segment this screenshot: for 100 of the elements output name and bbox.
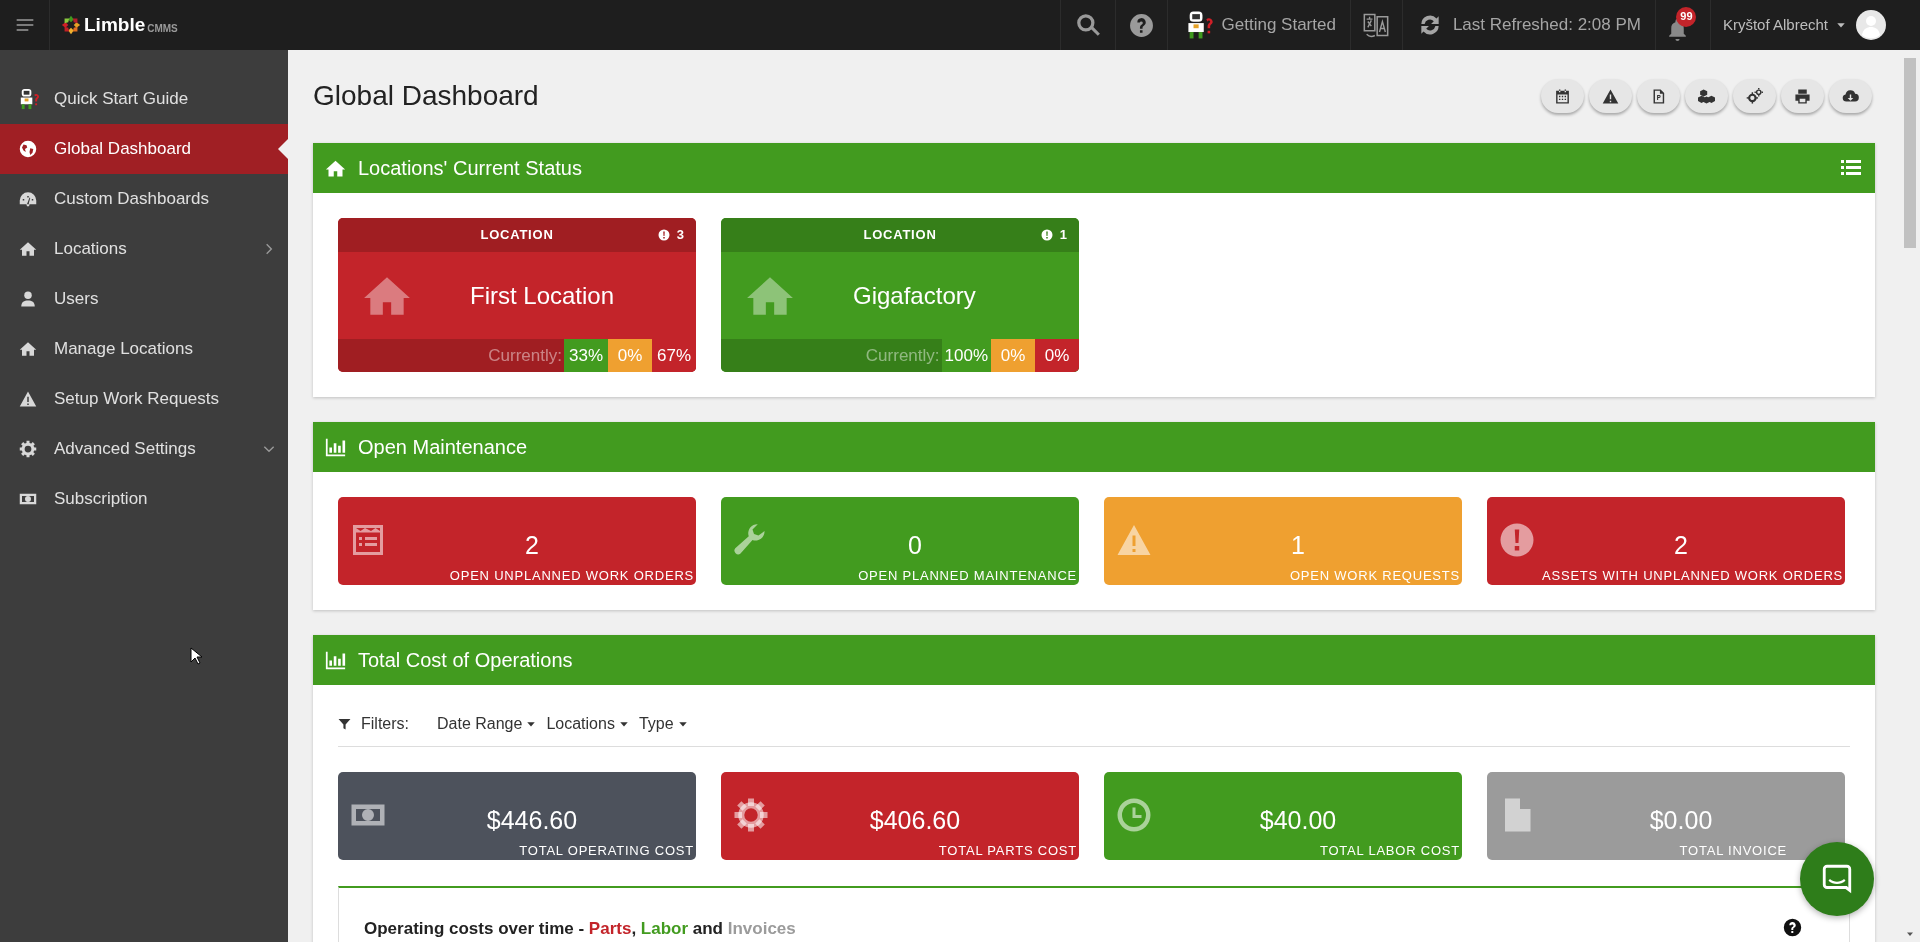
toolbar-button[interactable] xyxy=(1685,79,1728,113)
sidebar-item[interactable]: Global Dashboard xyxy=(0,124,288,174)
stat-card[interactable]: 2 OPEN UNPLANNED WORK ORDERS xyxy=(338,497,696,585)
panel-header: Open Maintenance xyxy=(313,422,1875,472)
clipboard-icon xyxy=(350,522,386,558)
getting-started-link[interactable]: Getting Started xyxy=(1181,9,1336,41)
calendar-icon xyxy=(1554,87,1571,105)
avatar-icon xyxy=(1856,10,1886,40)
translate-icon xyxy=(1362,11,1391,39)
exclamation-icon xyxy=(1499,522,1535,558)
status-percentage: 67% xyxy=(652,339,696,372)
print-icon xyxy=(1794,87,1811,105)
sidebar-item[interactable]: Manage Locations xyxy=(0,324,288,374)
logo-icon xyxy=(60,14,82,36)
alert-count: 1 xyxy=(1059,226,1067,245)
filters-label: Filters: xyxy=(361,714,409,734)
cursor-icon xyxy=(190,647,202,665)
stat-label: OPEN PLANNED MAINTENANCE xyxy=(858,568,1078,584)
logo[interactable]: LimbleCMMS xyxy=(60,14,178,36)
scroll-down-icon[interactable] xyxy=(1905,930,1915,938)
toolbar-button[interactable] xyxy=(1829,79,1872,113)
sidebar-item[interactable]: Quick Start Guide xyxy=(0,74,288,124)
filter-icon xyxy=(338,717,351,731)
stat-label: OPEN WORK REQUESTS xyxy=(1289,568,1461,584)
warning-icon xyxy=(1602,87,1619,105)
stat-label: TOTAL OPERATING COST xyxy=(519,843,695,859)
location-card[interactable]: LOCATION 1 Gigafactory Currently: 100% 0% 0% xyxy=(721,218,1079,372)
clock-icon xyxy=(1116,797,1152,833)
gauge-icon xyxy=(19,190,37,208)
location-name: First Location xyxy=(470,280,615,311)
stat-label: TOTAL PARTS COST xyxy=(938,843,1078,859)
caret-icon xyxy=(526,719,537,729)
status-percentage: 100% xyxy=(941,339,991,372)
help-button[interactable] xyxy=(1128,12,1154,38)
stat-card[interactable]: $406.60 TOTAL PARTS COST xyxy=(721,772,1079,860)
status-percentage: 0% xyxy=(1035,339,1079,372)
status-percentage: 33% xyxy=(564,339,608,372)
search-icon xyxy=(1074,12,1101,38)
alert-icon xyxy=(657,229,670,241)
user-menu[interactable]: Kryštof Albrecht xyxy=(1722,13,1846,37)
bar-chart-icon xyxy=(325,436,346,458)
panel-header: Total Cost of Operations xyxy=(313,635,1875,685)
chat-icon xyxy=(1820,862,1854,896)
help-icon xyxy=(1783,918,1802,937)
house-icon xyxy=(19,340,37,358)
stat-label: TOTAL LABOR COST xyxy=(1319,843,1461,859)
location-card[interactable]: LOCATION 3 First Location Currently: 33% 0% 67% xyxy=(338,218,696,372)
toolbar-button[interactable] xyxy=(1733,79,1776,113)
filter-dropdown[interactable]: Date Range xyxy=(437,712,537,736)
filter-dropdown[interactable]: Type xyxy=(638,712,688,736)
toolbar-button[interactable] xyxy=(1589,79,1632,113)
notification-badge: 99 xyxy=(1676,6,1697,27)
gear-icon xyxy=(19,440,37,458)
selection-notch-icon xyxy=(278,139,288,159)
location-name: Gigafactory xyxy=(853,280,976,311)
search-button[interactable] xyxy=(1074,12,1101,38)
toolbar-button[interactable] xyxy=(1781,79,1824,113)
stat-label: ASSETS WITH UNPLANNED WORK ORDERS xyxy=(1542,568,1844,584)
help-button[interactable] xyxy=(1783,918,1802,937)
stat-card[interactable]: 2 ASSETS WITH UNPLANNED WORK ORDERS xyxy=(1487,497,1845,585)
chart-title: Operating costs over time - Parts, Labor and Invoices xyxy=(364,918,796,940)
sidebar-item[interactable]: Advanced Settings xyxy=(0,424,288,474)
stat-value: $0.00 xyxy=(1649,805,1713,835)
house-icon xyxy=(19,240,37,258)
stat-label: OPEN UNPLANNED WORK ORDERS xyxy=(449,568,695,584)
location-label: LOCATION xyxy=(863,226,937,245)
sidebar-item[interactable]: Custom Dashboards xyxy=(0,174,288,224)
caret-icon xyxy=(618,719,629,729)
currently-label: Currently: xyxy=(865,344,940,367)
gear-icon xyxy=(733,797,769,833)
sidebar-item[interactable]: Subscription xyxy=(0,474,288,524)
filter-dropdown[interactable]: Locations xyxy=(546,712,629,736)
translate-button[interactable] xyxy=(1362,11,1391,39)
scrollbar-thumb[interactable] xyxy=(1904,58,1916,248)
location-label: LOCATION xyxy=(480,226,554,245)
alert-icon xyxy=(1040,229,1053,241)
status-percentage: 0% xyxy=(991,339,1035,372)
user-icon xyxy=(19,290,37,308)
gears-icon xyxy=(1746,87,1763,105)
stat-value: $40.00 xyxy=(1259,805,1337,835)
bar-chart-icon xyxy=(325,649,346,671)
stat-card[interactable]: $446.60 TOTAL OPERATING COST xyxy=(338,772,696,860)
toolbar-button[interactable] xyxy=(1541,79,1584,113)
sidebar-item[interactable]: Locations xyxy=(0,224,288,274)
warning-icon xyxy=(19,390,37,408)
stat-card[interactable]: $40.00 TOTAL LABOR COST xyxy=(1104,772,1462,860)
globe-icon xyxy=(19,140,37,158)
toolbar-button[interactable] xyxy=(1637,79,1680,113)
stat-value: 1 xyxy=(1291,530,1305,560)
currently-label: Currently: xyxy=(488,344,562,367)
stat-card[interactable]: 0 OPEN PLANNED MAINTENANCE xyxy=(721,497,1079,585)
stat-value: 2 xyxy=(1674,530,1688,560)
stat-label: TOTAL INVOICE xyxy=(1679,843,1788,859)
sidebar-item[interactable]: Users xyxy=(0,274,288,324)
caret-icon xyxy=(677,719,688,729)
notifications-button[interactable]: 99 xyxy=(1663,6,1703,44)
refresh-button[interactable]: Last Refreshed: 2:08 PM xyxy=(1416,12,1641,38)
sidebar-item[interactable]: Setup Work Requests xyxy=(0,374,288,424)
stat-value: $446.60 xyxy=(486,805,578,835)
page-title: Global Dashboard xyxy=(313,79,539,113)
